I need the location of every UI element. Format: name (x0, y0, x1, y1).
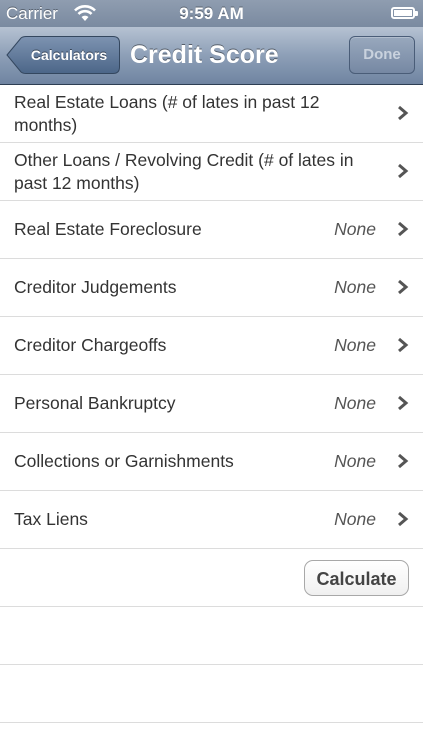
row-label: Collections or Garnishments (14, 451, 234, 471)
list-item-collections[interactable]: Collections or Garnishments None (0, 433, 423, 491)
calculate-button[interactable]: Calculate (304, 560, 409, 596)
list-item-judgements[interactable]: Creditor Judgements None (0, 259, 423, 317)
row-label: Creditor Chargeoffs (14, 335, 167, 355)
battery-icon (391, 7, 418, 19)
page-title: Credit Score (130, 41, 279, 69)
criteria-list: Real Estate Loans (# of lates in past 12… (0, 85, 423, 723)
clock: 9:59 AM (179, 4, 244, 23)
empty-row (0, 665, 423, 723)
calculate-row: Calculate (0, 549, 423, 607)
empty-row (0, 607, 423, 665)
row-value: None (334, 509, 376, 529)
row-value: None (334, 451, 376, 471)
chevron-right-icon (398, 337, 409, 353)
row-value: None (334, 219, 376, 239)
row-value: None (334, 277, 376, 297)
row-label: Personal Bankruptcy (14, 393, 176, 413)
back-button[interactable]: Calculators (6, 36, 120, 74)
chevron-right-icon (398, 453, 409, 469)
list-item-real-estate-loans[interactable]: Real Estate Loans (# of lates in past 12… (0, 85, 423, 143)
row-label: Creditor Judgements (14, 277, 177, 297)
row-label: Tax Liens (14, 509, 88, 529)
list-item-other-loans[interactable]: Other Loans / Revolving Credit (# of lat… (0, 143, 423, 201)
navigation-bar: Calculators Credit Score Done (0, 27, 423, 85)
list-item-tax-liens[interactable]: Tax Liens None (0, 491, 423, 549)
row-label: Other Loans / Revolving Credit (# of lat… (14, 149, 354, 193)
list-item-foreclosure[interactable]: Real Estate Foreclosure None (0, 201, 423, 259)
row-value: None (334, 335, 376, 355)
done-button[interactable]: Done (349, 36, 415, 74)
row-label: Real Estate Loans (# of lates in past 12… (14, 91, 320, 135)
status-bar: Carrier 9:59 AM (0, 0, 423, 27)
row-value: None (334, 393, 376, 413)
list-item-chargeoffs[interactable]: Creditor Chargeoffs None (0, 317, 423, 375)
chevron-right-icon (398, 105, 409, 121)
chevron-right-icon (398, 221, 409, 237)
chevron-right-icon (398, 395, 409, 411)
chevron-right-icon (398, 511, 409, 527)
chevron-right-icon (398, 279, 409, 295)
row-label: Real Estate Foreclosure (14, 219, 202, 239)
back-button-label: Calculators (30, 47, 108, 63)
chevron-right-icon (398, 163, 409, 179)
list-item-bankruptcy[interactable]: Personal Bankruptcy None (0, 375, 423, 433)
